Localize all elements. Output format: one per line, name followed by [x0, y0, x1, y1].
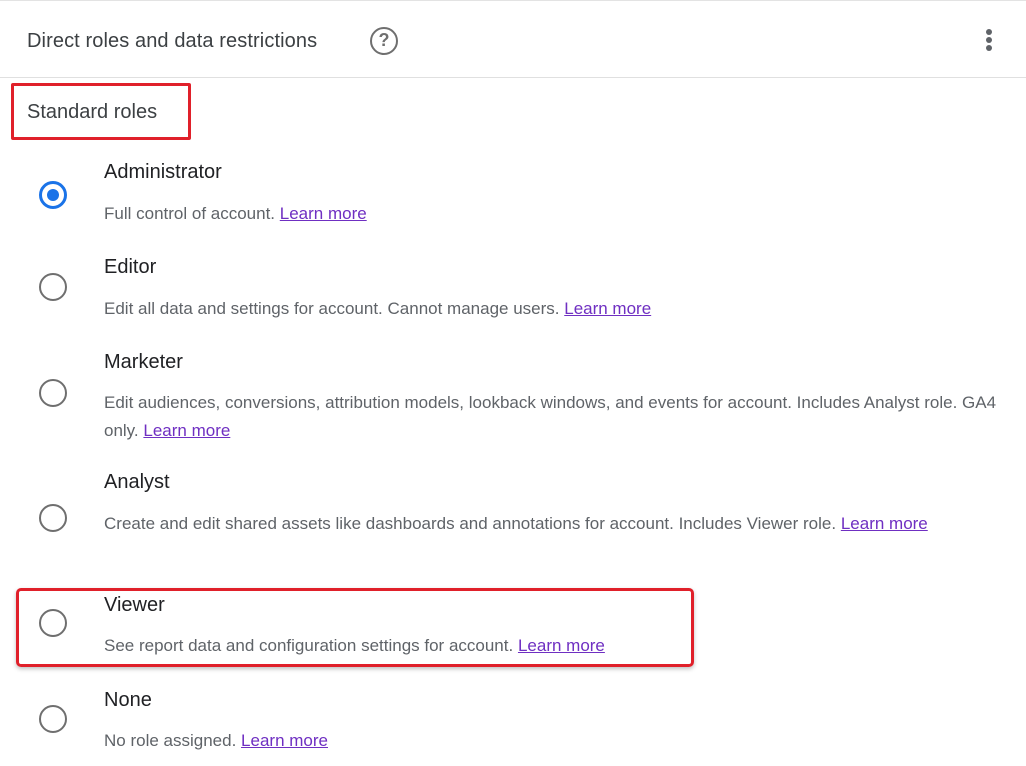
help-circle-icon[interactable]: ?	[370, 27, 398, 55]
role-name: None	[104, 689, 152, 711]
radio-none[interactable]	[39, 705, 67, 733]
role-option-editor[interactable]: Editor Edit all data and settings for ac…	[0, 255, 1026, 325]
learn-more-link[interactable]: Learn more	[564, 299, 651, 318]
learn-more-link[interactable]: Learn more	[280, 204, 367, 223]
role-description: No role assigned. Learn more	[104, 731, 328, 750]
more-vert-icon[interactable]	[980, 27, 998, 53]
role-description: Create and edit shared assets like dashb…	[104, 514, 928, 533]
radio-editor[interactable]	[39, 273, 67, 301]
section-title: Standard roles	[27, 101, 158, 123]
radio-marketer[interactable]	[39, 379, 67, 407]
radio-administrator[interactable]	[39, 181, 67, 209]
role-description: Full control of account. Learn more	[104, 204, 367, 223]
role-description: See report data and configuration settin…	[104, 636, 605, 655]
role-description: Edit all data and settings for account. …	[104, 299, 652, 318]
role-name: Administrator	[104, 161, 222, 183]
role-name: Analyst	[104, 471, 170, 493]
role-option-none[interactable]: None No role assigned. Learn more	[0, 688, 1026, 758]
role-name: Editor	[104, 256, 157, 278]
role-option-viewer[interactable]: Viewer See report data and configuration…	[0, 593, 1026, 663]
learn-more-link[interactable]: Learn more	[841, 514, 928, 533]
role-option-marketer[interactable]: Marketer Edit audiences, conversions, at…	[0, 350, 1026, 450]
learn-more-link[interactable]: Learn more	[143, 421, 230, 440]
role-option-analyst[interactable]: Analyst Create and edit shared assets li…	[0, 470, 1026, 570]
role-name: Marketer	[104, 351, 183, 373]
role-description: Edit audiences, conversions, attribution…	[104, 393, 997, 440]
radio-analyst[interactable]	[39, 504, 67, 532]
page-title: Direct roles and data restrictions	[27, 30, 318, 52]
role-name: Viewer	[104, 594, 165, 616]
card-header: Direct roles and data restrictions ?	[0, 1, 1026, 78]
learn-more-link[interactable]: Learn more	[518, 636, 605, 655]
role-option-administrator[interactable]: Administrator Full control of account. L…	[0, 160, 1026, 230]
learn-more-link[interactable]: Learn more	[241, 731, 328, 750]
radio-viewer[interactable]	[39, 609, 67, 637]
